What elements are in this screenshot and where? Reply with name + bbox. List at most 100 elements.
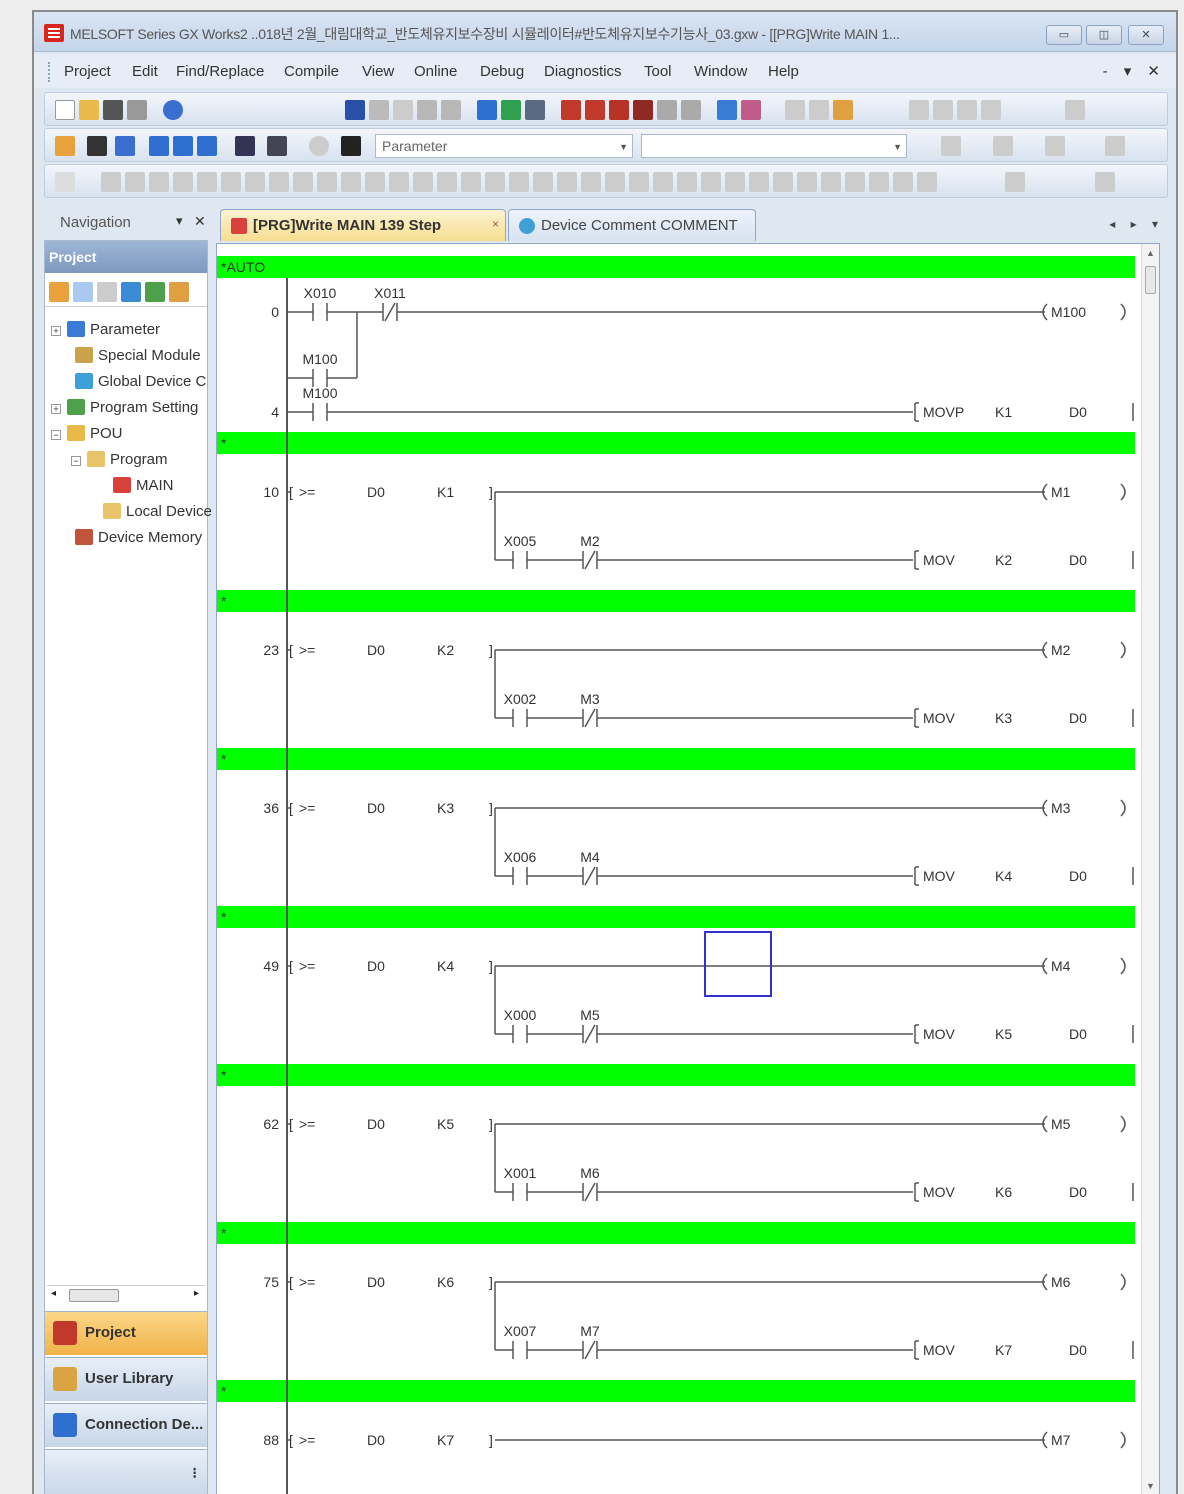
edit-icon[interactable] xyxy=(833,100,853,120)
contact-parallel-icon[interactable] xyxy=(461,172,481,192)
scroll-down-icon[interactable]: ▼ xyxy=(1146,1481,1155,1491)
ladder-view-icon[interactable] xyxy=(1095,172,1115,192)
stop-icon[interactable] xyxy=(917,172,937,192)
application-instruction-icon[interactable] xyxy=(341,172,361,192)
bracket-icon[interactable] xyxy=(509,172,529,192)
line-draw-icon[interactable] xyxy=(125,172,145,192)
statement-icon[interactable] xyxy=(993,136,1013,156)
simulation-stop-icon[interactable] xyxy=(741,100,761,120)
rising-pulse-icon[interactable] xyxy=(269,172,289,192)
navigation-close-icon[interactable]: ✕ xyxy=(194,213,206,230)
align4-icon[interactable] xyxy=(981,100,1001,120)
vertical-line-icon[interactable] xyxy=(365,172,385,192)
minimize-button[interactable]: ▭ xyxy=(1046,25,1082,45)
tree-item-program-setting[interactable]: Program Setting xyxy=(67,399,198,416)
clock-icon[interactable] xyxy=(309,136,329,156)
ladder-diagram[interactable]: *AUTO 0 X010 X011 M100 M100 4 M100 MOVP K1 D0 * 10 [>… xyxy=(217,244,1143,1494)
menu-online[interactable]: Online xyxy=(414,63,457,80)
device-batch-icon[interactable] xyxy=(785,100,805,120)
menu-view[interactable]: View xyxy=(362,63,394,80)
tree-item-pou[interactable]: POU xyxy=(67,425,123,442)
tree-item-local-device[interactable]: Local Device xyxy=(103,503,212,520)
simulation-start-icon[interactable] xyxy=(717,100,737,120)
tab-device-comment[interactable]: Device Comment COMMENT xyxy=(508,209,756,241)
ladder-convert-icon[interactable] xyxy=(1005,172,1025,192)
operation-result-icon[interactable] xyxy=(437,172,457,192)
trace-icon[interactable] xyxy=(681,100,701,120)
align3-icon[interactable] xyxy=(957,100,977,120)
tab-scroll-arrows[interactable]: ◂ ▸ ▾ xyxy=(1109,217,1164,231)
invert-icon[interactable] xyxy=(413,172,433,192)
ladder-mode-icon[interactable] xyxy=(87,136,107,156)
verify-plc-icon[interactable] xyxy=(525,100,545,120)
property-icon[interactable] xyxy=(73,282,93,302)
label-icon[interactable] xyxy=(845,172,865,192)
edge-branch-icon[interactable] xyxy=(677,172,697,192)
coil-icon[interactable] xyxy=(317,172,337,192)
tab-close-icon[interactable]: × xyxy=(492,217,499,231)
align-icon[interactable] xyxy=(909,100,929,120)
sort-icon[interactable] xyxy=(169,282,189,302)
help-icon[interactable] xyxy=(163,100,183,120)
tree-expander-icon[interactable]: + xyxy=(51,404,61,414)
contact-series-icon[interactable] xyxy=(485,172,505,192)
close-button[interactable]: ✕ xyxy=(1128,25,1164,45)
debug-icon[interactable] xyxy=(657,100,677,120)
menu-grip[interactable] xyxy=(48,62,51,82)
zoom-icon[interactable] xyxy=(1065,100,1085,120)
arrow-branch-icon[interactable] xyxy=(773,172,793,192)
window-icon[interactable] xyxy=(115,136,135,156)
read-plc-icon[interactable] xyxy=(501,100,521,120)
monitor-mode-icon[interactable] xyxy=(197,136,217,156)
monitor-stop-icon[interactable] xyxy=(585,100,605,120)
line-delete-icon[interactable] xyxy=(149,172,169,192)
tree-item-device-memory[interactable]: Device Memory xyxy=(75,529,202,546)
read-mode-icon[interactable] xyxy=(149,136,169,156)
tree-expander-icon[interactable]: − xyxy=(51,430,61,440)
menu-tool[interactable]: Tool xyxy=(644,63,672,80)
falling-pulse-icon[interactable] xyxy=(293,172,313,192)
bit-coil-icon[interactable] xyxy=(629,172,649,192)
editor-scroll-thumb[interactable] xyxy=(1145,266,1156,294)
nav-btn-user-library[interactable]: User Library xyxy=(45,1357,207,1401)
tree-expander-icon[interactable]: + xyxy=(51,326,61,336)
coil-set-icon[interactable] xyxy=(533,172,553,192)
open-contact-icon[interactable] xyxy=(173,172,193,192)
coil-reset-icon[interactable] xyxy=(557,172,577,192)
redo-icon[interactable] xyxy=(441,100,461,120)
print-icon[interactable] xyxy=(127,100,147,120)
instruction-icon[interactable] xyxy=(267,136,287,156)
maximize-button[interactable]: ◫ xyxy=(1086,25,1122,45)
nav-btn-connection[interactable]: Connection De... xyxy=(45,1403,207,1447)
open-folder-icon[interactable] xyxy=(79,100,99,120)
tab-main-program[interactable]: [PRG]Write MAIN 139 Step × xyxy=(220,209,506,241)
scroll-thumb[interactable] xyxy=(69,1289,119,1302)
delete-icon[interactable] xyxy=(97,282,117,302)
arrow-icon[interactable] xyxy=(749,172,769,192)
closed-branch-icon[interactable] xyxy=(245,172,265,192)
program-icon[interactable] xyxy=(55,136,75,156)
monitor-all-icon[interactable] xyxy=(633,100,653,120)
select-mode-icon[interactable] xyxy=(101,172,121,192)
write-mode-icon[interactable] xyxy=(173,136,193,156)
parameter-combo[interactable]: Parameter ▼ xyxy=(375,134,633,158)
comment-icon[interactable] xyxy=(941,136,961,156)
write-plc-icon[interactable] xyxy=(477,100,497,120)
edge-contact-icon[interactable] xyxy=(653,172,673,192)
scroll-right-icon[interactable]: ▸ xyxy=(194,1288,199,1299)
tree-item-global-device-c[interactable]: Global Device C xyxy=(75,373,206,390)
inline-st-icon[interactable] xyxy=(821,172,841,192)
save-icon[interactable] xyxy=(103,100,123,120)
new-data-icon[interactable] xyxy=(49,282,69,302)
menu-diagnostics[interactable]: Diagnostics xyxy=(544,63,622,80)
nav-btn-project[interactable]: Project xyxy=(45,1311,207,1355)
menu-find-replace[interactable]: Find/Replace xyxy=(176,63,264,80)
paste-icon[interactable] xyxy=(393,100,413,120)
ladder-editor[interactable]: *AUTO 0 X010 X011 M100 M100 4 M100 MOVP K1 D0 * 10 [>… xyxy=(216,243,1160,1494)
find-binoculars-icon[interactable] xyxy=(341,136,361,156)
tree-item-program[interactable]: Program xyxy=(87,451,168,468)
horizontal-line-icon[interactable] xyxy=(389,172,409,192)
menu-edit[interactable]: Edit xyxy=(132,63,158,80)
nav-btn-more[interactable]: ⁝ xyxy=(45,1449,207,1494)
closed-contact-icon[interactable] xyxy=(221,172,241,192)
